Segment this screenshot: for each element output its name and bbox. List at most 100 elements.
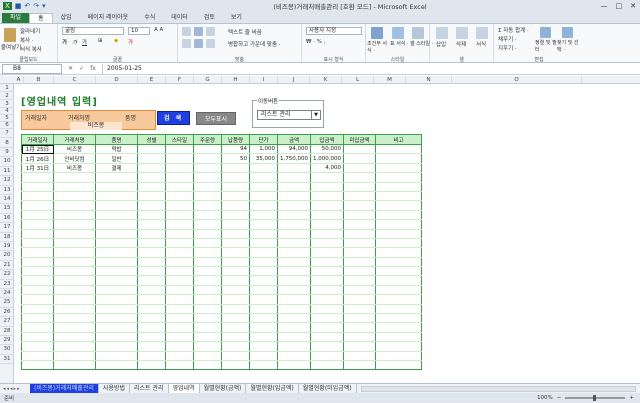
border-icon[interactable]: ⊞ — [98, 38, 103, 44]
table-cell[interactable] — [53, 285, 96, 296]
table-cell[interactable] — [193, 182, 222, 192]
table-cell[interactable] — [221, 304, 250, 315]
column-header[interactable]: G — [194, 76, 222, 84]
sheet-tab[interactable]: 월별현황(입금액) — [246, 384, 299, 393]
table-cell[interactable] — [193, 285, 222, 296]
fx-button[interactable]: fx — [90, 65, 96, 72]
table-cell[interactable] — [343, 360, 376, 371]
table-cell[interactable] — [277, 341, 311, 352]
table-cell[interactable] — [95, 210, 138, 221]
row-header[interactable]: 27 — [0, 317, 14, 327]
table-cell[interactable] — [310, 351, 344, 362]
row-header[interactable]: 1 — [0, 84, 14, 92]
table-cell[interactable] — [165, 200, 194, 211]
table-cell[interactable] — [53, 322, 96, 333]
table-cell[interactable] — [375, 229, 422, 239]
table-cell[interactable] — [343, 210, 376, 221]
zoom-slider-thumb[interactable] — [593, 395, 597, 401]
table-cell[interactable] — [95, 257, 138, 268]
table-cell[interactable] — [343, 172, 376, 183]
table-cell[interactable] — [375, 360, 422, 371]
table-cell[interactable] — [375, 332, 422, 343]
table-cell[interactable] — [193, 304, 222, 315]
table-cell[interactable] — [343, 285, 376, 296]
table-cell[interactable] — [343, 238, 376, 249]
table-cell[interactable] — [21, 275, 54, 286]
table-cell[interactable] — [21, 247, 54, 258]
table-cell[interactable] — [193, 238, 222, 249]
sheet-tab[interactable]: 월별현황(금액) — [200, 384, 247, 393]
table-cell[interactable] — [137, 257, 166, 268]
table-cell[interactable] — [277, 257, 311, 268]
insert-button[interactable]: 삽입 — [436, 40, 446, 48]
table-cell[interactable] — [21, 360, 54, 371]
row-header[interactable]: 26 — [0, 308, 14, 318]
align-right-icon[interactable] — [206, 39, 215, 48]
table-cell[interactable] — [193, 266, 222, 277]
table-cell[interactable] — [137, 200, 166, 211]
tab-file[interactable]: 파일 — [2, 13, 30, 23]
sheet-tab-active[interactable]: 영업내역 — [168, 384, 200, 393]
table-cell[interactable] — [21, 219, 54, 230]
table-cell[interactable] — [165, 257, 194, 268]
table-cell[interactable] — [165, 313, 194, 324]
row-header[interactable]: 30 — [0, 345, 14, 355]
table-cell[interactable] — [137, 360, 166, 371]
table-cell[interactable] — [221, 275, 250, 286]
table-cell[interactable] — [193, 247, 222, 258]
cancel-icon[interactable]: ✕ — [68, 65, 73, 72]
row-header[interactable]: 10 — [0, 157, 14, 167]
table-cell[interactable] — [277, 332, 311, 343]
table-cell[interactable] — [249, 285, 278, 296]
tab-view[interactable]: 보기 — [223, 13, 250, 23]
table-cell[interactable] — [165, 360, 194, 371]
table-cell[interactable] — [343, 332, 376, 343]
row-header[interactable]: 24 — [0, 289, 14, 299]
table-cell[interactable] — [95, 332, 138, 343]
delete-button[interactable]: 삭제 — [456, 40, 466, 48]
table-cell[interactable] — [21, 229, 54, 239]
table-cell[interactable] — [375, 341, 422, 352]
table-cell[interactable] — [249, 210, 278, 221]
underline-button[interactable]: 가 — [82, 38, 87, 46]
table-cell[interactable]: 결제 — [95, 163, 138, 174]
table-cell[interactable] — [277, 275, 311, 286]
table-cell[interactable] — [375, 304, 422, 315]
table-cell[interactable] — [249, 163, 278, 174]
table-cell[interactable] — [221, 238, 250, 249]
table-cell[interactable] — [249, 172, 278, 183]
table-cell[interactable] — [165, 229, 194, 239]
table-cell[interactable] — [193, 294, 222, 305]
table-cell[interactable] — [249, 322, 278, 333]
font-name-select[interactable]: 굴림 — [62, 27, 124, 35]
tab-formulas[interactable]: 수식 — [136, 13, 163, 23]
table-cell[interactable] — [249, 360, 278, 371]
table-cell[interactable] — [95, 182, 138, 192]
table-cell[interactable] — [249, 313, 278, 324]
table-cell[interactable] — [310, 257, 344, 268]
table-cell[interactable] — [95, 219, 138, 230]
save-icon[interactable]: ■ — [15, 2, 22, 10]
table-cell[interactable] — [277, 163, 311, 174]
table-cell[interactable] — [193, 200, 222, 211]
table-cell[interactable] — [310, 360, 344, 371]
table-cell[interactable] — [165, 182, 194, 192]
table-cell[interactable] — [221, 172, 250, 183]
fill-button[interactable]: 채우기 · — [498, 35, 517, 43]
table-cell[interactable] — [277, 285, 311, 296]
table-cell[interactable] — [249, 200, 278, 211]
table-cell[interactable]: 안비닷컴 — [53, 153, 96, 164]
enter-icon[interactable]: ✓ — [79, 65, 84, 72]
row-header[interactable]: 8 — [0, 138, 14, 148]
row-header[interactable]: 6 — [0, 122, 14, 129]
row-header[interactable]: 7 — [0, 129, 14, 138]
row-header[interactable]: 14 — [0, 195, 14, 205]
insert-cells-icon[interactable] — [436, 27, 448, 39]
table-cell[interactable] — [95, 172, 138, 183]
table-cell[interactable] — [95, 229, 138, 239]
autosum-button[interactable]: Σ 자동 합계 · — [498, 26, 529, 34]
row-header[interactable]: 22 — [0, 270, 14, 280]
table-cell[interactable] — [375, 313, 422, 324]
table-cell[interactable] — [137, 294, 166, 305]
column-header[interactable]: M — [374, 76, 406, 84]
